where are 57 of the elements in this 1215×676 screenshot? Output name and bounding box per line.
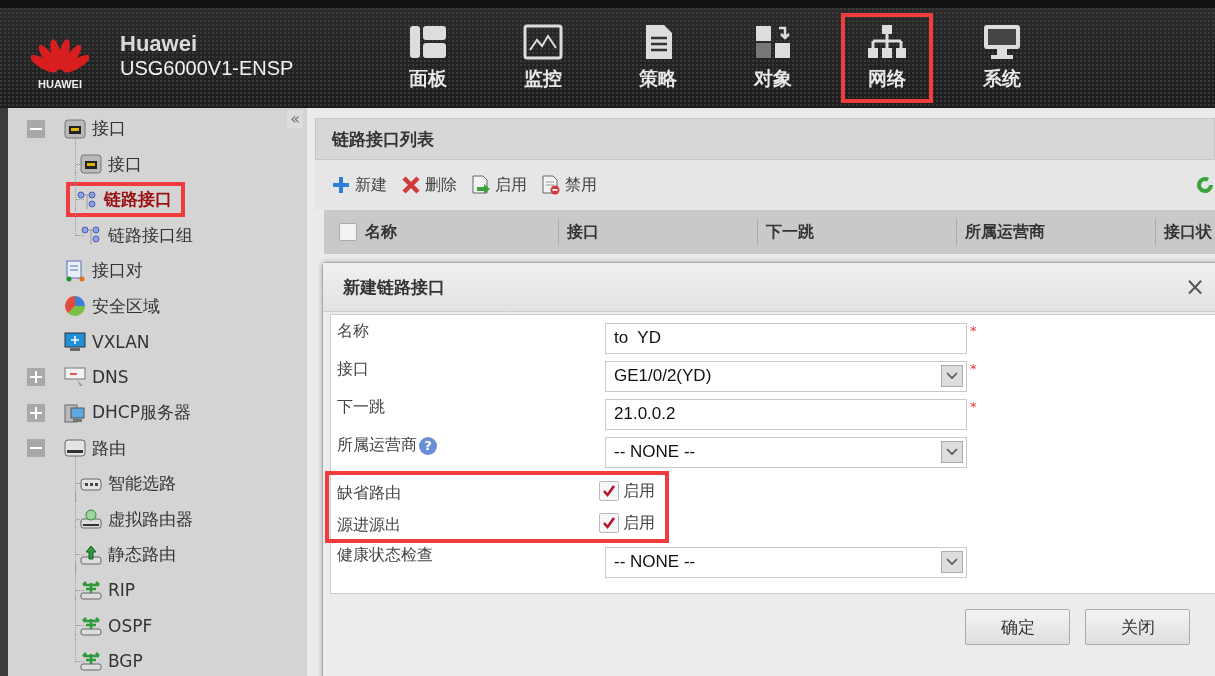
tree-item[interactable]: VXLAN [58, 324, 160, 359]
tree-item[interactable]: 路由 [58, 430, 136, 466]
field-label: 下一跳 [337, 397, 385, 418]
close-button[interactable]: × [1184, 275, 1205, 299]
tree-item[interactable]: DHCP服务器 [58, 395, 201, 431]
required-mark: * [970, 323, 977, 338]
dialog-button[interactable]: 关闭 [1085, 609, 1190, 645]
checkbox-label: 启用 [623, 480, 655, 502]
tree-item[interactable]: 链路接口组 [74, 217, 203, 253]
tree-item[interactable]: 安全区域 [58, 288, 170, 324]
nav-tab[interactable]: 系统 [944, 13, 1059, 103]
tree-item[interactable]: 虚拟路由器 [74, 501, 203, 537]
tree-item[interactable]: 接口 [58, 111, 136, 147]
field-label: 所属运营商 [337, 435, 417, 456]
nav-tab[interactable]: 网络 [841, 13, 933, 103]
column-header[interactable]: 接口状 [1164, 221, 1212, 243]
tree-item[interactable]: 接口 [74, 146, 152, 182]
field-label: 健康状态检查 [337, 545, 433, 566]
tree-item[interactable]: RIP [74, 573, 146, 608]
column-header[interactable]: 接口 [567, 221, 599, 243]
nav-tab[interactable]: 策略 [600, 13, 715, 103]
dropdown[interactable]: GE1/0/2(YD) [605, 360, 967, 392]
tree-item[interactable]: 静态路由 [74, 537, 186, 573]
column-header[interactable]: 所属运营商 [965, 221, 1045, 243]
tree-item[interactable]: OSPF [74, 608, 163, 643]
field-label: 接口 [337, 359, 369, 380]
checkbox-label: 启用 [623, 512, 655, 534]
required-mark: * [970, 399, 977, 414]
tree-item[interactable]: 智能选路 [74, 466, 186, 502]
tree-item[interactable]: DNS [58, 360, 139, 395]
field-label: 源进源出 [337, 515, 401, 536]
logo-text: HUAWEI [38, 78, 82, 90]
nav-tab[interactable]: 对象 [715, 13, 830, 103]
nav-tab[interactable]: 面板 [370, 13, 485, 103]
device-model: USG6000V1-ENSP [120, 56, 295, 80]
toolbar-button[interactable]: 启用 [471, 174, 527, 196]
dialog-button[interactable]: 确定 [965, 609, 1070, 645]
text-field[interactable]: 21.0.0.2 [605, 398, 967, 430]
tree-item[interactable]: 链路接口 [66, 182, 185, 218]
brand-name: Huawei [120, 30, 199, 57]
dialog-title: 新建链路接口 [343, 275, 445, 299]
panel-title: 链路接口列表 [332, 127, 434, 151]
toolbar-button[interactable]: 新建 [331, 174, 387, 196]
column-header[interactable]: 名称 [365, 221, 397, 243]
column-header[interactable]: 下一跳 [766, 221, 814, 243]
text-field[interactable]: to YD [605, 322, 967, 354]
field-label: 名称 [337, 321, 369, 342]
collapse-button[interactable]: « [287, 110, 303, 128]
dropdown[interactable]: -- NONE -- [605, 436, 967, 468]
required-mark: * [970, 361, 977, 376]
tree-item[interactable]: 接口对 [58, 253, 153, 289]
toolbar-button[interactable]: 删除 [401, 174, 457, 196]
toolbar-button[interactable]: 禁用 [541, 174, 597, 196]
tree-item[interactable]: BGP [74, 644, 153, 676]
nav-tab[interactable]: 监控 [485, 13, 600, 103]
field-label: 缺省路由 [337, 483, 401, 504]
dropdown[interactable]: -- NONE -- [605, 546, 967, 578]
